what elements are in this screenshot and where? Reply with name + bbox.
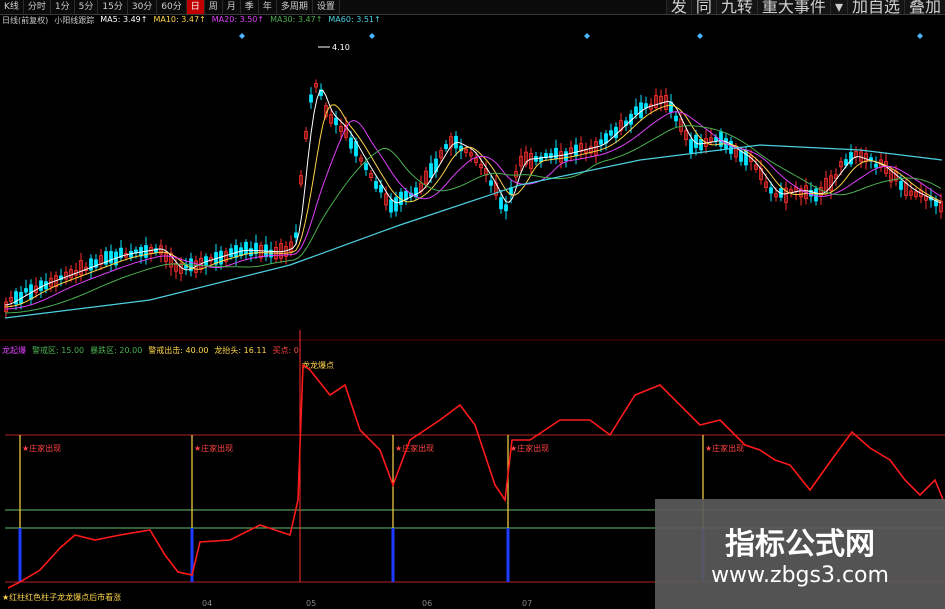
ma60-line [4, 144, 943, 319]
candle-body [444, 144, 448, 149]
candle-body [564, 151, 568, 161]
candle-body [109, 251, 113, 264]
legend-entry: 买点: 0 [272, 346, 299, 355]
candle-body [849, 152, 853, 165]
candle-body [614, 126, 618, 139]
signal-label: ★庄家出现 [22, 443, 61, 453]
candle-body [634, 106, 638, 116]
candle-body [689, 139, 693, 154]
ma20-line [4, 111, 942, 310]
signal-label: ★庄家出现 [395, 443, 434, 453]
signal-bar [18, 528, 22, 582]
candle-body [309, 94, 313, 103]
x-tick-label: 05 [306, 599, 316, 608]
candle-body [814, 188, 818, 202]
candle-body [504, 204, 508, 212]
candle-body [874, 163, 878, 168]
candle-body [554, 147, 558, 159]
candle-body [489, 180, 493, 186]
candle-body [349, 137, 353, 149]
candle-body [699, 139, 703, 151]
candle-body [429, 163, 433, 178]
candle-body [389, 199, 393, 213]
candle-body [739, 150, 743, 162]
candle-body [499, 197, 503, 210]
signal-label: ★庄家出现 [194, 443, 233, 453]
candle-body [254, 242, 258, 255]
x-tick-label: 07 [522, 599, 532, 608]
signal-diamond [917, 33, 923, 39]
high-price-label: 4.10 [332, 43, 350, 52]
candle-body [374, 181, 378, 189]
signal-bar [391, 528, 395, 582]
candle-body [769, 187, 773, 194]
watermark-title: 指标公式网 [725, 527, 875, 562]
signal-label: ★庄家出现 [705, 443, 744, 453]
candle-body [244, 241, 248, 255]
x-tick-label: 06 [422, 599, 432, 608]
candle-body [379, 184, 383, 193]
candle-body [674, 115, 678, 122]
signal-diamond [697, 33, 703, 39]
candle-body [609, 130, 613, 136]
candle-body [294, 232, 298, 238]
candle-body [899, 181, 903, 190]
candle-body [234, 245, 238, 258]
watermark-url: www.zbgs3.com [711, 563, 889, 588]
candle-body [249, 248, 253, 257]
ma30-line [4, 125, 942, 314]
candle-body [39, 280, 43, 291]
signal-diamond [584, 33, 590, 39]
candle-body [394, 197, 398, 212]
legend-entry: 龙抬头: 16.11 [214, 346, 267, 355]
candle-body [229, 248, 233, 257]
candle-body [24, 288, 28, 293]
candle-body [574, 144, 578, 157]
candle-body [334, 117, 338, 126]
legend-entry: 龙起爆 [2, 346, 26, 355]
legend-entry: 暴跌区: 20.00 [90, 346, 143, 355]
signal-diamond [239, 33, 245, 39]
candle-body [364, 163, 368, 171]
bottom-note: ★红柱红色柱子龙龙爆点后市看涨 [2, 593, 122, 602]
legend-entry: 警戒出击: 40.00 [148, 346, 209, 355]
x-tick-label: 04 [202, 599, 212, 608]
signal-label: ★庄家出现 [510, 443, 549, 453]
legend-entry: 警戒区: 15.00 [32, 346, 85, 355]
watermark: 指标公式网 www.zbgs3.com [655, 499, 945, 609]
ma10-line [4, 104, 942, 308]
signal-diamond [369, 33, 375, 39]
candle-body [599, 139, 603, 145]
signal-bar [506, 528, 510, 582]
indicator-legend: 龙起爆 警戒区: 15.00 暴跌区: 20.00 警戒出击: 40.00 龙抬头: 1… [2, 345, 299, 356]
